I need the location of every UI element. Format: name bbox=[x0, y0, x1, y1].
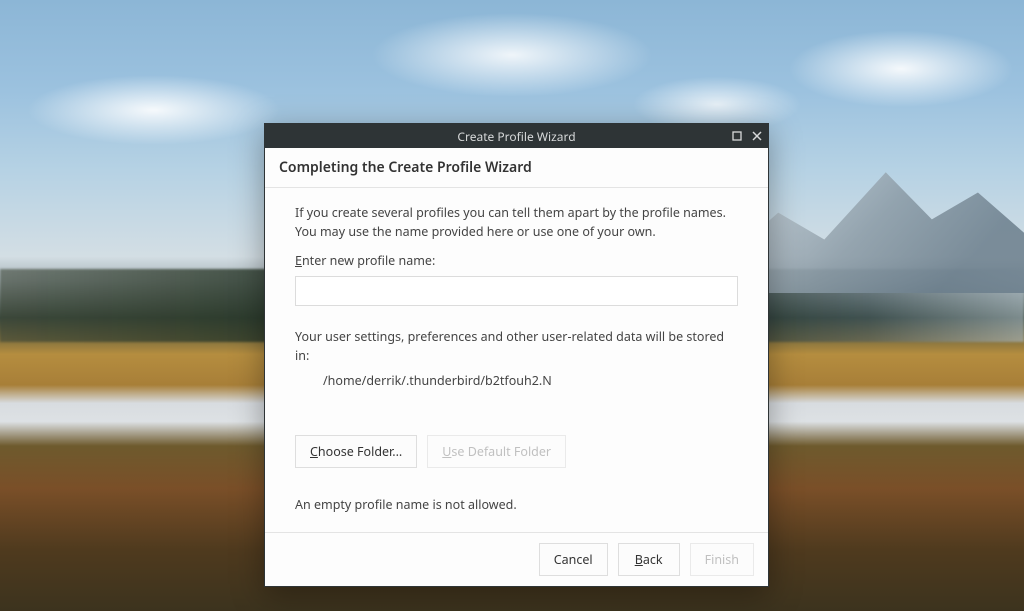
storage-path: /home/derrik/.thunderbird/b2tfouh2.N bbox=[295, 372, 738, 391]
page-title: Completing the Create Profile Wizard bbox=[265, 148, 768, 188]
window-title: Create Profile Wizard bbox=[457, 128, 575, 145]
close-icon[interactable] bbox=[750, 129, 764, 143]
create-profile-wizard-window: Create Profile Wizard Completing the Cre… bbox=[264, 123, 769, 587]
use-default-folder-button: Use Default Folder bbox=[427, 435, 566, 468]
cancel-button[interactable]: Cancel bbox=[539, 543, 608, 576]
choose-folder-button[interactable]: Choose Folder... bbox=[295, 435, 417, 468]
storage-intro: Your user settings, preferences and othe… bbox=[295, 328, 738, 366]
finish-button: Finish bbox=[690, 543, 754, 576]
error-message: An empty profile name is not allowed. bbox=[295, 496, 738, 515]
maximize-icon[interactable] bbox=[730, 129, 744, 143]
back-button[interactable]: Back bbox=[618, 543, 680, 576]
profile-name-label: Enter new profile name: bbox=[295, 252, 738, 271]
window-titlebar[interactable]: Create Profile Wizard bbox=[265, 124, 768, 148]
intro-text: If you create several profiles you can t… bbox=[295, 204, 738, 242]
wizard-footer: Cancel Back Finish bbox=[265, 532, 768, 586]
wizard-content: If you create several profiles you can t… bbox=[265, 188, 768, 532]
profile-name-input[interactable] bbox=[295, 276, 738, 306]
